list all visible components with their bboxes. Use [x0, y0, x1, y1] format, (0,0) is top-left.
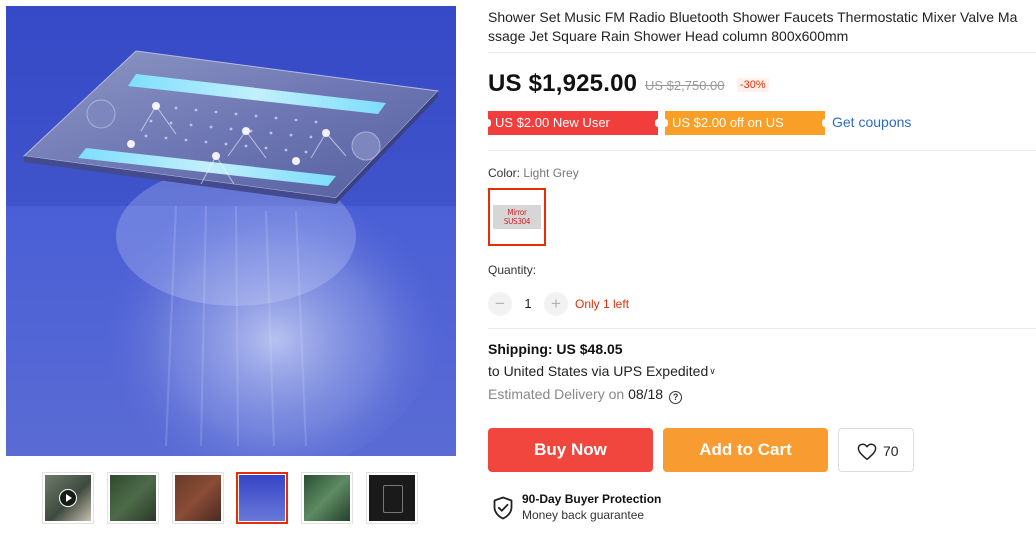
main-product-image[interactable] [6, 6, 456, 456]
divider [488, 328, 1036, 329]
product-title: Shower Set Music FM Radio Bluetooth Show… [488, 9, 1018, 44]
thumbnail-image[interactable] [172, 472, 224, 524]
quantity-increase-button[interactable]: + [544, 292, 568, 316]
thumbnail-image[interactable] [301, 472, 353, 524]
quantity-value[interactable]: 1 [512, 296, 544, 311]
control-panel-icon [383, 485, 403, 513]
thumbnail-image[interactable] [107, 472, 159, 524]
shipping-method-text: to United States via UPS Expedited [488, 363, 709, 379]
chevron-down-icon: ∨ [709, 366, 716, 376]
quantity-label: Quantity: [488, 263, 537, 277]
thumbnail-image[interactable] [366, 472, 418, 524]
buyer-protection-subtitle: Money back guarantee [522, 508, 645, 522]
wishlist-count: 70 [883, 443, 899, 459]
color-label-text: Color: [488, 166, 524, 180]
discount-badge: -30% [737, 78, 769, 92]
get-coupons-link[interactable]: Get coupons [832, 114, 911, 130]
quantity-decrease-button[interactable]: − [488, 292, 512, 316]
color-swatch-mirror[interactable]: Mirror SUS304 [488, 188, 546, 246]
thumbnail-image-active[interactable] [236, 472, 288, 524]
wishlist-button[interactable]: 70 [838, 428, 914, 472]
divider [488, 52, 1036, 53]
current-price: US $1,925.00 [488, 70, 638, 97]
add-to-cart-button[interactable]: Add to Cart [663, 428, 828, 472]
new-user-coupon[interactable]: US $2.00 New User Coupon [485, 111, 661, 154]
swatch-label: Mirror SUS304 [493, 205, 541, 229]
buy-now-button[interactable]: Buy Now [488, 428, 653, 472]
heart-icon [857, 443, 877, 461]
help-icon[interactable]: ? [669, 391, 683, 404]
delivery-date: 08/18 [628, 386, 664, 402]
divider [488, 150, 1036, 151]
thumbnail-video[interactable] [42, 472, 94, 524]
delivery-prefix: Estimated Delivery on [488, 386, 629, 402]
shield-check-icon [493, 496, 513, 520]
store-coupon[interactable]: US $2.00 off on US $40.00 [662, 111, 828, 154]
shipping-method-selector[interactable]: to United States via UPS Expedited∨ [488, 363, 716, 379]
color-label: Color: Light Grey [488, 166, 579, 180]
original-price: US $2,750.00 [645, 78, 725, 93]
play-icon [59, 489, 77, 507]
stock-status: Only 1 left [575, 297, 630, 311]
estimated-delivery: Estimated Delivery on 08/18? [488, 386, 683, 404]
shipping-cost: Shipping: US $48.05 [488, 341, 623, 357]
color-value: Light Grey [523, 166, 579, 180]
buyer-protection-title: 90-Day Buyer Protection [522, 492, 662, 506]
